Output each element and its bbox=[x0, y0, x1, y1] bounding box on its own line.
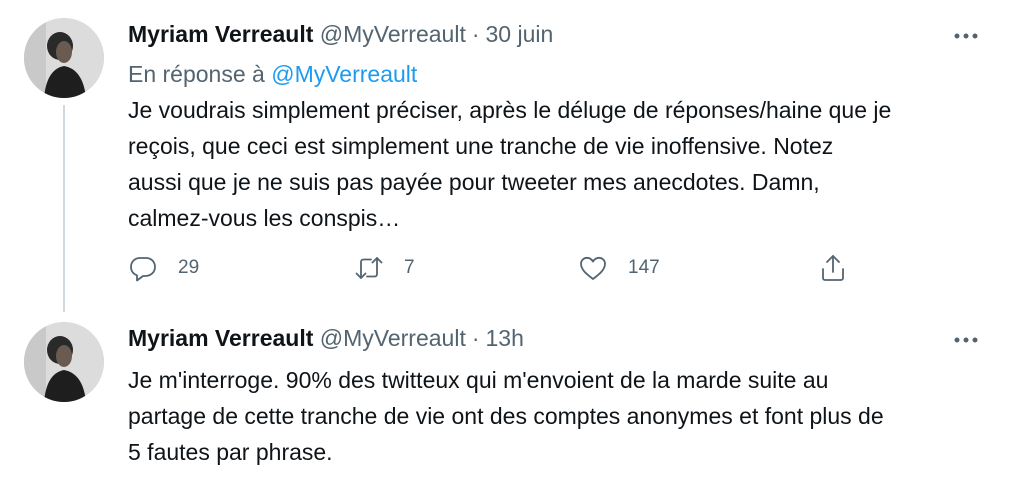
reply-prefix: En réponse à bbox=[128, 61, 265, 87]
timestamp[interactable]: 30 juin bbox=[486, 21, 554, 47]
reply-button[interactable]: 29 bbox=[128, 248, 199, 288]
tweet-text: Je voudrais simplement préciser, après l… bbox=[128, 92, 958, 236]
author-name[interactable]: Myriam Verreault bbox=[128, 325, 313, 351]
avatar[interactable] bbox=[24, 322, 104, 402]
author-name[interactable]: Myriam Verreault bbox=[128, 21, 313, 47]
tweet-header: Myriam Verreault @MyVerreault · 13h bbox=[128, 322, 524, 354]
author-handle[interactable]: @MyVerreault bbox=[320, 325, 466, 351]
tweet[interactable]: Myriam Verreault @MyVerreault · 13h Je m'i… bbox=[0, 300, 1018, 486]
tweet-text-line: reçois, que ceci est simplement une tran… bbox=[128, 133, 834, 159]
thread-line bbox=[63, 105, 65, 312]
like-button[interactable]: 147 bbox=[578, 248, 660, 288]
more-icon[interactable] bbox=[952, 26, 980, 46]
tweet-text-line: partage de cette tranche de vie ont des … bbox=[128, 403, 884, 429]
separator: · bbox=[471, 21, 480, 47]
reply-mention-link[interactable]: @MyVerreault bbox=[271, 61, 417, 87]
avatar[interactable] bbox=[24, 18, 104, 98]
tweet-text-line: Je voudrais simplement préciser, après l… bbox=[128, 97, 892, 123]
share-button[interactable] bbox=[818, 248, 848, 288]
more-icon[interactable] bbox=[952, 330, 980, 350]
share-icon bbox=[822, 255, 844, 281]
tweet-header: Myriam Verreault @MyVerreault · 30 juin bbox=[128, 18, 553, 50]
tweet-text-line: Je m'interroge. 90% des twitteux qui m'e… bbox=[128, 367, 829, 393]
like-count: 147 bbox=[628, 257, 660, 278]
reply-icon bbox=[130, 257, 156, 282]
tweet-text-line: 5 fautes par phrase. bbox=[128, 439, 333, 465]
tweet-text-line: aussi que je ne suis pas payée pour twee… bbox=[128, 169, 820, 195]
tweet-text-line: calmez-vous les conspis… bbox=[128, 205, 401, 231]
retweet-button[interactable]: 7 bbox=[354, 248, 415, 288]
reply-context: En réponse à @MyVerreault bbox=[128, 58, 417, 90]
separator: · bbox=[471, 325, 480, 351]
reply-count: 29 bbox=[178, 257, 200, 278]
like-icon bbox=[580, 256, 606, 280]
author-handle[interactable]: @MyVerreault bbox=[320, 21, 466, 47]
tweet[interactable]: Myriam Verreault @MyVerreault · 30 juin En… bbox=[0, 0, 1018, 312]
timestamp[interactable]: 13h bbox=[486, 325, 524, 351]
tweet-actions: 29 7 147 bbox=[128, 248, 868, 288]
retweet-count: 7 bbox=[404, 257, 415, 278]
retweet-icon bbox=[355, 257, 383, 279]
tweet-text: Je m'interroge. 90% des twitteux qui m'e… bbox=[128, 362, 958, 470]
